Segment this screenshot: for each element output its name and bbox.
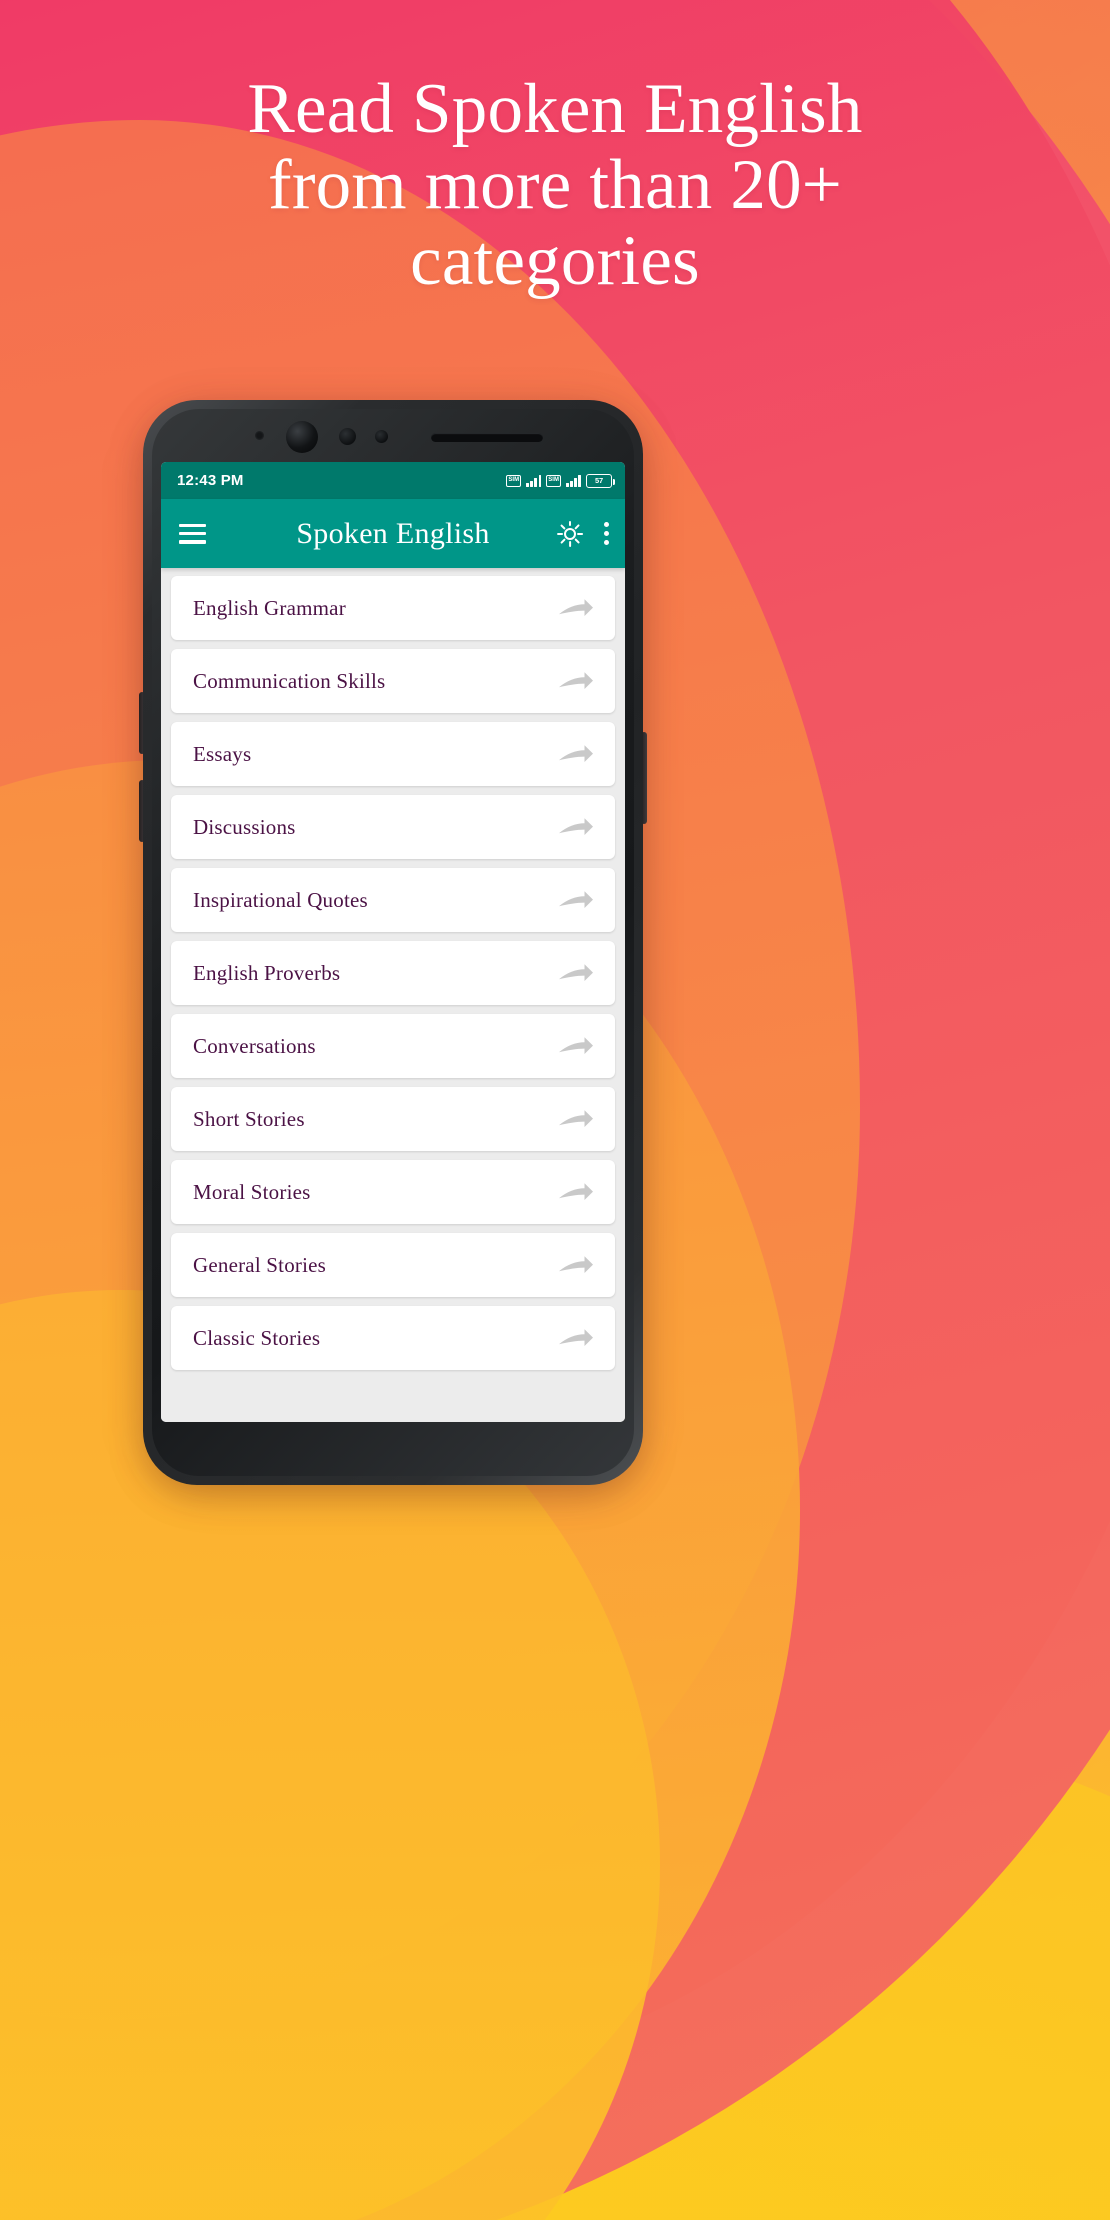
phone-mockup: 12:43 PM SIM SIM 57 Spoken English Engli… — [139, 400, 647, 1485]
list-item-label: Moral Stories — [193, 1179, 311, 1204]
list-item-label: Inspirational Quotes — [193, 887, 368, 912]
phone-front-camera-icon — [286, 421, 318, 453]
app-bar: Spoken English — [161, 499, 625, 568]
sim-label-2: SIM — [546, 474, 562, 487]
list-item-label: English Grammar — [193, 595, 346, 620]
phone-screen: 12:43 PM SIM SIM 57 Spoken English Engli… — [161, 462, 625, 1422]
arrow-right-icon — [557, 887, 595, 913]
list-item[interactable]: Classic Stories — [171, 1306, 615, 1370]
list-item[interactable]: Essays — [171, 722, 615, 786]
hamburger-menu-icon[interactable] — [179, 523, 206, 544]
promo-headline: Read Spoken English from more than 20+ c… — [0, 70, 1110, 300]
sim-label-1: SIM — [506, 474, 522, 487]
status-bar-time: 12:43 PM — [177, 472, 244, 489]
list-item[interactable]: Conversations — [171, 1014, 615, 1078]
signal-bars-icon-2 — [566, 474, 581, 487]
phone-sensor-icon — [255, 431, 264, 440]
headline-line-1: Read Spoken English — [247, 70, 863, 148]
arrow-right-icon — [557, 960, 595, 986]
list-item[interactable]: General Stories — [171, 1233, 615, 1297]
arrow-right-icon — [557, 1179, 595, 1205]
arrow-right-icon — [557, 595, 595, 621]
app-bar-title: Spoken English — [296, 516, 490, 550]
phone-light-sensor-icon — [375, 430, 388, 443]
overflow-menu-icon[interactable] — [603, 521, 609, 546]
arrow-right-icon — [557, 1033, 595, 1059]
headline-line-3: categories — [410, 221, 700, 300]
list-item[interactable]: Communication Skills — [171, 649, 615, 713]
list-item-label: Conversations — [193, 1033, 316, 1058]
battery-icon: 57 — [586, 473, 616, 488]
list-item[interactable]: Inspirational Quotes — [171, 868, 615, 932]
list-item[interactable]: Moral Stories — [171, 1160, 615, 1224]
signal-bars-icon-1 — [526, 474, 542, 487]
phone-body: 12:43 PM SIM SIM 57 Spoken English Engli… — [143, 400, 643, 1485]
list-item-label: General Stories — [193, 1252, 327, 1277]
battery-level-label: 57 — [595, 476, 603, 485]
phone-earpiece-speaker — [431, 433, 543, 442]
list-item-label: Discussions — [193, 814, 296, 839]
list-item[interactable]: Short Stories — [171, 1087, 615, 1151]
arrow-right-icon — [557, 1106, 595, 1132]
arrow-right-icon — [557, 668, 595, 694]
phone-proximity-sensor-icon — [339, 428, 356, 445]
list-item-label: Classic Stories — [193, 1325, 321, 1350]
category-list[interactable]: English Grammar Communication Skills Essay… — [161, 568, 625, 1422]
list-item-label: Communication Skills — [193, 668, 386, 693]
sim-card-icon-2: SIM — [546, 474, 562, 487]
headline-line-2: from more than 20+ — [267, 145, 843, 224]
list-item[interactable]: English Proverbs — [171, 941, 615, 1005]
arrow-right-icon — [557, 1252, 595, 1278]
app-bar-actions — [557, 520, 609, 547]
status-bar-icons: SIM SIM 57 — [506, 473, 616, 488]
arrow-right-icon — [557, 1325, 595, 1351]
list-item-label: English Proverbs — [193, 960, 341, 985]
list-item-label: Short Stories — [193, 1106, 305, 1131]
list-item[interactable]: Discussions — [171, 795, 615, 859]
status-bar: 12:43 PM SIM SIM 57 — [161, 462, 625, 499]
arrow-right-icon — [557, 814, 595, 840]
brightness-icon[interactable] — [557, 520, 584, 547]
sim-card-icon-1: SIM — [506, 474, 522, 487]
list-item-label: Essays — [193, 741, 252, 766]
list-item[interactable]: English Grammar — [171, 576, 615, 640]
arrow-right-icon — [557, 741, 595, 767]
